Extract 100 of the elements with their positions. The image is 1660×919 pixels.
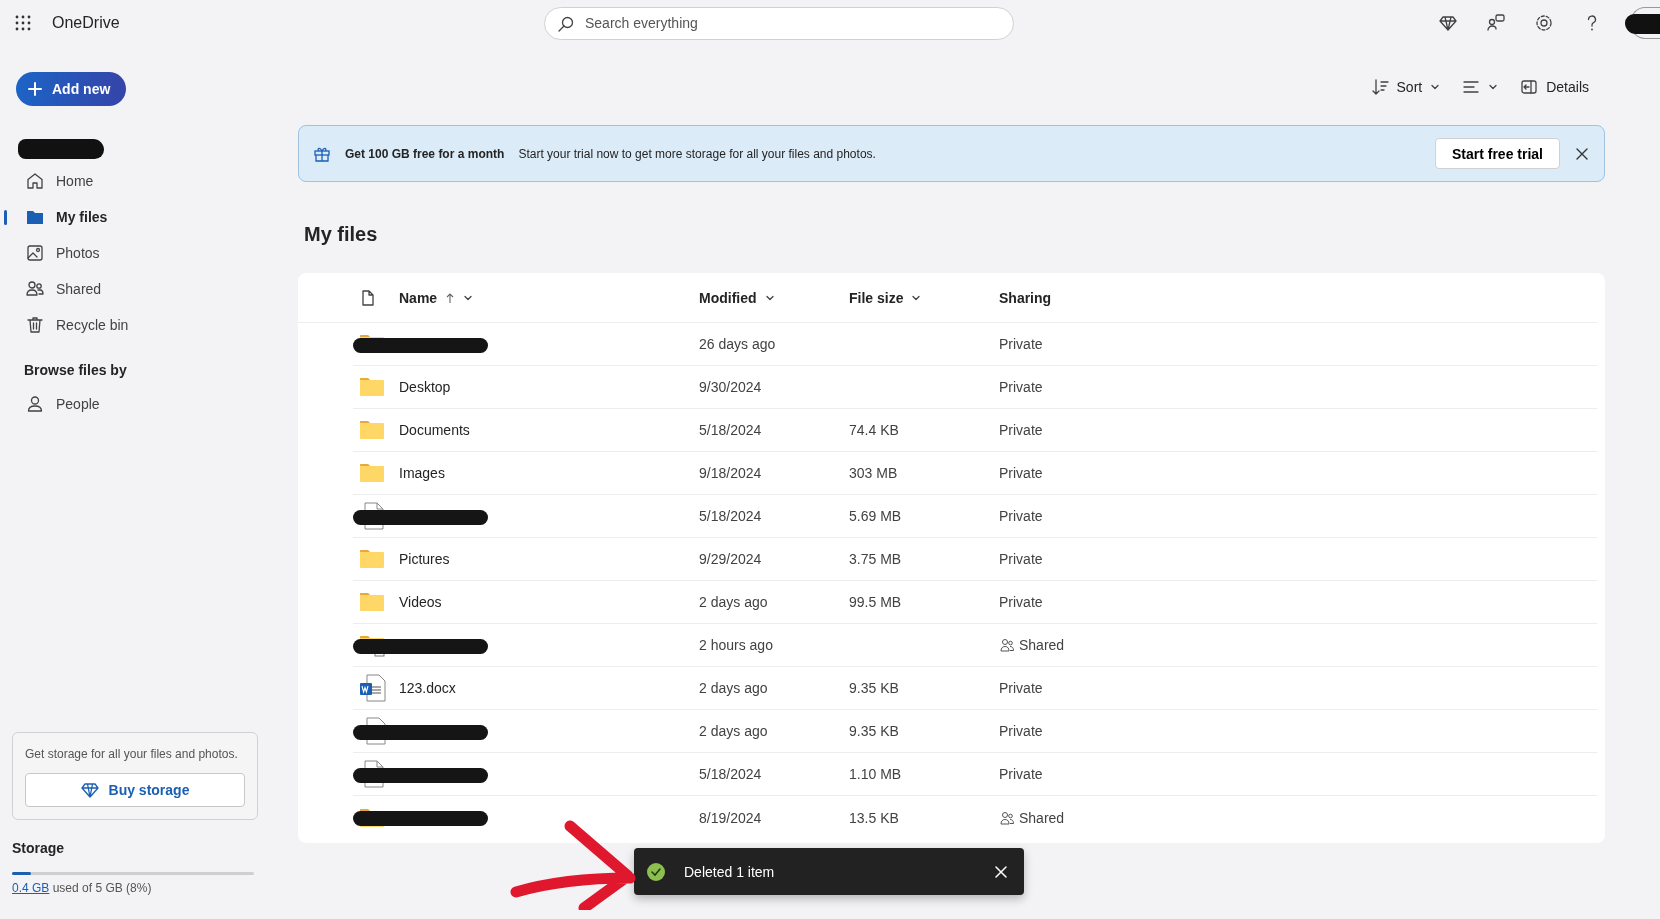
settings-icon[interactable] bbox=[1534, 13, 1554, 33]
toast-message: Deleted 1 item bbox=[684, 863, 775, 880]
details-pane-icon bbox=[1520, 78, 1539, 96]
file-size: 5.69 MB bbox=[849, 508, 902, 524]
close-icon[interactable] bbox=[994, 864, 1008, 879]
people-icon bbox=[999, 637, 1015, 653]
file-name[interactable]: 123.docx bbox=[399, 680, 456, 696]
sharing-status: Shared bbox=[1019, 637, 1065, 653]
people-icon bbox=[25, 279, 45, 299]
start-trial-button[interactable]: Start free trial bbox=[1434, 138, 1560, 169]
file-row[interactable]: 2 hours ago Shared bbox=[353, 624, 1597, 667]
storage-heading: Storage bbox=[12, 840, 66, 856]
modified-date: 2 days ago bbox=[699, 723, 768, 739]
word-document-icon bbox=[359, 674, 387, 702]
diamond-icon[interactable] bbox=[1438, 13, 1458, 33]
add-new-button[interactable]: Add new bbox=[16, 72, 127, 106]
file-size: 74.4 KB bbox=[849, 422, 899, 438]
folder-icon bbox=[359, 418, 387, 442]
view-options-button[interactable] bbox=[1462, 78, 1499, 96]
plus-icon bbox=[27, 81, 43, 97]
file-size: 99.5 MB bbox=[849, 594, 902, 610]
section-heading: Browse files by bbox=[23, 361, 128, 380]
buy-storage-button[interactable]: Buy storage bbox=[25, 773, 245, 807]
modified-date: 2 days ago bbox=[699, 594, 768, 610]
image-icon bbox=[25, 243, 45, 263]
file-name[interactable]: Documents bbox=[399, 422, 470, 438]
file-size: 303 MB bbox=[849, 465, 898, 481]
sharing-status: Private bbox=[999, 594, 1043, 610]
nav-item[interactable]: Photos bbox=[12, 235, 258, 271]
sharing-status: Private bbox=[999, 680, 1043, 696]
file-row[interactable]: 5/18/2024 1.10 MB Private bbox=[353, 753, 1597, 796]
list-view-icon bbox=[1462, 78, 1481, 96]
redaction-mark bbox=[1625, 14, 1660, 34]
home-icon bbox=[25, 171, 45, 191]
folder-icon bbox=[359, 461, 387, 485]
sort-ascending-icon bbox=[445, 291, 456, 304]
storage-used-link[interactable]: 0.4 GB bbox=[12, 881, 50, 895]
nav-item[interactable]: People bbox=[12, 386, 258, 422]
sharing-status: Private bbox=[999, 551, 1043, 567]
modified-date: 2 hours ago bbox=[699, 637, 773, 653]
trash-icon bbox=[25, 315, 45, 335]
file-type-icon bbox=[359, 288, 377, 307]
page-title: My files bbox=[304, 223, 379, 246]
column-header[interactable]: Sharing bbox=[999, 289, 1597, 306]
modified-date: 2 days ago bbox=[699, 680, 768, 696]
modified-date: 9/30/2024 bbox=[699, 379, 762, 395]
modified-date: 5/18/2024 bbox=[699, 508, 762, 524]
modified-date: 5/18/2024 bbox=[699, 422, 762, 438]
sort-button[interactable]: Sort bbox=[1370, 78, 1441, 96]
storage-text: used of 5 GB (8%) bbox=[51, 881, 152, 895]
file-row[interactable]: Pictures 9/29/2024 3.75 MB Private bbox=[353, 538, 1597, 581]
file-name[interactable]: Pictures bbox=[399, 551, 450, 567]
file-row[interactable]: 26 days ago Private bbox=[353, 323, 1597, 366]
column-header[interactable]: File size bbox=[849, 289, 999, 306]
sharing-status: Shared bbox=[1019, 809, 1065, 826]
file-row[interactable]: Images 9/18/2024 303 MB Private bbox=[353, 452, 1597, 495]
nav-item[interactable]: Shared bbox=[12, 271, 258, 307]
modified-date: 26 days ago bbox=[699, 336, 776, 352]
file-name[interactable]: Images bbox=[399, 465, 445, 481]
modified-date: 9/29/2024 bbox=[699, 551, 762, 567]
success-check-icon bbox=[646, 861, 666, 882]
folder-icon bbox=[359, 375, 387, 399]
sharing-status: Private bbox=[999, 336, 1043, 352]
diamond-icon bbox=[80, 781, 99, 799]
file-size: 3.75 MB bbox=[849, 551, 902, 567]
sort-icon bbox=[1370, 78, 1389, 96]
file-row[interactable]: 5/18/2024 5.69 MB Private bbox=[353, 495, 1597, 538]
banner-title: Get 100 GB free for a month bbox=[345, 146, 505, 161]
folder-icon bbox=[359, 547, 387, 571]
file-row[interactable]: Desktop 9/30/2024 Private bbox=[353, 366, 1597, 409]
nav-item[interactable]: Home bbox=[12, 163, 258, 199]
sharing-status: Private bbox=[999, 723, 1043, 739]
details-button[interactable]: Details bbox=[1520, 78, 1589, 96]
file-size: 9.35 KB bbox=[849, 723, 899, 739]
file-row[interactable]: Videos 2 days ago 99.5 MB Private bbox=[353, 581, 1597, 624]
promo-text: Get storage for all your files and photos. bbox=[25, 747, 239, 761]
modified-date: 8/19/2024 bbox=[699, 809, 762, 826]
search-icon bbox=[557, 14, 575, 33]
file-size: 9.35 KB bbox=[849, 680, 899, 696]
column-header[interactable]: Name bbox=[399, 289, 699, 306]
modified-date: 9/18/2024 bbox=[699, 465, 762, 481]
file-name[interactable]: Videos bbox=[399, 594, 442, 610]
sharing-status: Private bbox=[999, 379, 1043, 395]
sharing-status: Private bbox=[999, 465, 1043, 481]
chat-icon[interactable] bbox=[1486, 13, 1506, 33]
chevron-down-icon bbox=[1430, 82, 1441, 92]
search-field[interactable]: Search everything bbox=[544, 6, 1014, 40]
file-name[interactable]: Desktop bbox=[399, 379, 451, 395]
sharing-status: Private bbox=[999, 766, 1043, 782]
people-icon bbox=[999, 809, 1015, 826]
column-header[interactable]: Modified bbox=[699, 289, 849, 306]
person-icon bbox=[25, 394, 45, 414]
file-row[interactable]: 2 days ago 9.35 KB Private bbox=[353, 710, 1597, 753]
folder-icon bbox=[359, 590, 387, 614]
app-title: OneDrive bbox=[52, 14, 120, 32]
file-row[interactable]: Documents 5/18/2024 74.4 KB Private bbox=[353, 409, 1597, 452]
app-launcher-icon[interactable] bbox=[14, 14, 32, 32]
file-size: 13.5 KB bbox=[849, 809, 899, 826]
file-row[interactable]: 123.docx 2 days ago 9.35 KB Private bbox=[353, 667, 1597, 710]
nav-item[interactable]: Recycle bin bbox=[12, 307, 258, 343]
